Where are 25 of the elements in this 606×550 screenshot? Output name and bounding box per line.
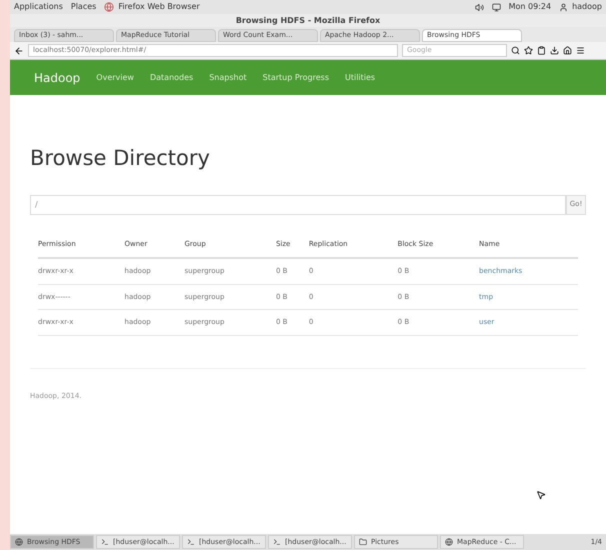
active-app[interactable]: Firefox Web Browser xyxy=(104,1,200,13)
display-icon[interactable] xyxy=(492,2,501,12)
panel-menu[interactable]: Applications xyxy=(14,1,63,13)
folder-icon xyxy=(359,538,367,546)
terminal-icon xyxy=(273,538,281,546)
user-icon xyxy=(559,2,568,12)
terminal-icon xyxy=(187,538,195,546)
volume-icon[interactable] xyxy=(474,2,484,12)
back-icon[interactable] xyxy=(14,46,24,56)
mouse-pointer-icon xyxy=(536,490,546,500)
user-menu[interactable]: hadoop xyxy=(559,1,602,13)
clock: Mon 09:24 xyxy=(508,1,552,13)
star-icon[interactable] xyxy=(524,46,533,55)
window-title: Browsing HDFS - Mozilla Firefox xyxy=(236,14,380,26)
clipboard-icon[interactable] xyxy=(537,46,546,55)
download-icon[interactable] xyxy=(550,46,559,55)
panel-menu[interactable]: Places xyxy=(70,1,96,13)
browser-icon xyxy=(104,2,114,12)
home-icon[interactable] xyxy=(563,46,572,55)
globe-icon xyxy=(445,538,453,546)
search-icon[interactable] xyxy=(511,46,520,55)
browser-icon xyxy=(15,538,23,546)
page-heading: Browse Directory xyxy=(30,145,211,172)
terminal-icon xyxy=(101,538,109,546)
menu-icon[interactable] xyxy=(576,46,585,55)
